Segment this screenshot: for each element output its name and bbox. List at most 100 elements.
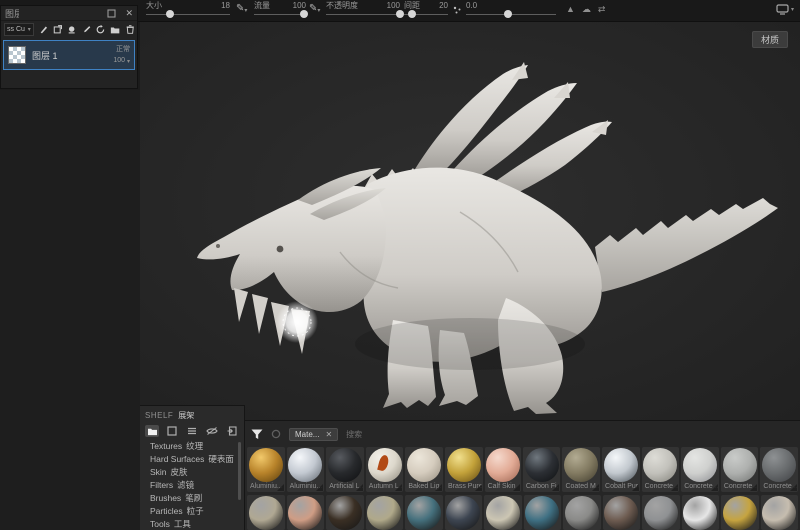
material-item[interactable] [484,495,522,530]
shelf-category-textures[interactable]: Textures 纹理 [150,440,244,453]
material-sphere [248,496,283,530]
brush-size-value[interactable]: 18 [221,1,230,10]
brush-profile-icon[interactable]: ▲ [566,4,575,15]
material-item[interactable] [286,495,324,530]
shelf-folders-icon[interactable] [145,425,159,437]
search-icon[interactable] [271,429,281,439]
add-folder-icon[interactable] [110,25,120,35]
add-paint-layer-icon[interactable] [39,24,48,35]
material-item[interactable]: Artificial L... [326,447,364,492]
pen-pressure-icon[interactable]: ✎▾ [236,3,247,17]
shelf-category-skin[interactable]: Skin 皮肤 [150,466,244,479]
material-item[interactable]: Autumn L... [365,447,404,492]
material-item[interactable] [681,495,719,530]
material-item[interactable] [365,495,403,530]
pen-pressure-icon[interactable]: ✎▾ [309,3,320,17]
resource-type-badge [552,484,560,491]
scatter-dots-icon[interactable] [452,5,462,15]
symmetry-icon[interactable]: ⇄ [598,4,606,15]
layer-name[interactable]: 图层 1 [32,49,58,62]
material-item[interactable]: Baked Lig... [405,447,443,492]
brush-scatter-slider[interactable]: 0.0 [466,1,556,21]
left-dock-empty [0,90,140,530]
resource-type-badge [671,484,679,491]
material-item[interactable]: Cobalt Pure [602,447,640,492]
filter-funnel-icon[interactable] [251,429,263,440]
material-item[interactable] [326,495,364,530]
brush-flow-slider[interactable]: 流量 100 [254,1,308,21]
material-item[interactable]: Concrete ... [720,447,759,492]
viewport-3d-canvas[interactable]: 材质 [140,22,800,420]
brush-size-slider[interactable]: 大小 18 [146,1,230,21]
brush-opacity-value[interactable]: 100 [387,1,400,10]
cloud-falloff-icon[interactable]: ☁ [582,4,591,15]
material-item[interactable] [563,495,601,530]
float-panel-icon[interactable] [107,8,117,18]
shelf-category-particles[interactable]: Particles 粒子 [150,505,244,518]
search-placeholder[interactable]: 搜索 [346,429,362,440]
add-smart-material-icon[interactable] [67,24,76,35]
brush-spacing-slider[interactable]: 间距 20 [404,1,448,21]
material-item[interactable]: Aluminiu... [247,447,285,492]
chevron-down-icon: ▾ [27,27,31,33]
material-item[interactable]: Concrete ... [681,447,719,492]
material-item[interactable] [721,495,759,530]
add-fill-layer-icon[interactable] [53,24,63,35]
layers-panel-title: 图层 [5,8,19,19]
layer-opacity[interactable]: 100 [113,57,125,64]
material-item[interactable]: Concrete ... [760,447,798,492]
delete-layer-icon[interactable] [126,24,134,35]
layer-row[interactable]: 图层 1 正常 100 ▾ [3,40,135,70]
material-item[interactable] [247,495,285,530]
material-item[interactable]: Carbon Fi... [522,447,561,492]
material-item[interactable] [523,495,561,530]
brush-flow-value[interactable]: 100 [293,1,306,10]
shelf-category-brushes[interactable]: Brushes 笔刷 [150,492,244,505]
resource-type-badge [474,484,482,491]
resource-type-badge [512,484,520,491]
layer-blend-mode[interactable]: 正常 [116,46,130,53]
material-item[interactable]: Aluminiu... [286,447,325,492]
resource-type-badge [790,484,797,491]
resource-type-badge [631,484,639,491]
app-window: 大小 18 ✎▾ 流量 100 ✎▾ 不透明度 100 间距 20 0.0 ▲ … [0,0,800,530]
view-mode-chip[interactable]: 材质 [751,31,788,48]
material-item[interactable]: Coated M... [562,447,601,492]
leaf-decal [376,454,390,472]
shelf-category-tools[interactable]: Tools 工具 [150,518,244,530]
brush-opacity-slider[interactable]: 不透明度 100 [326,1,404,21]
layer-mode-dropdown[interactable]: ss Cu ▾ [4,23,34,36]
material-item[interactable]: Brass Pure [444,447,483,492]
filter-chip-materials[interactable]: Mate... ✕ [289,427,339,441]
material-item[interactable] [602,495,640,530]
shelf-scrollbar[interactable] [238,442,241,500]
eyedropper-icon[interactable] [82,24,91,35]
shelf-panel: SHELF 展架 Textures 纹理 Hard Surfaces 硬表面 Skin 皮… [140,405,245,530]
material-item[interactable] [760,495,798,530]
resource-type-badge [276,484,284,491]
brush-scatter-value[interactable]: 0.0 [466,1,477,10]
shelf-hide-icon[interactable] [205,425,219,437]
close-icon[interactable]: ✕ [125,8,133,19]
material-item[interactable]: Concrete ... [641,447,680,492]
material-sphere [406,496,441,530]
material-sphere [564,496,599,530]
material-sphere [446,448,481,482]
shelf-expand-icon[interactable] [165,425,179,437]
material-item[interactable] [444,495,482,530]
shelf-category-filters[interactable]: Filters 滤镜 [150,479,244,492]
chevron-down-icon: ▾ [126,59,130,65]
brush-spacing-value[interactable]: 20 [439,1,448,10]
layer-thumbnail[interactable] [8,46,26,64]
shelf-import-icon[interactable] [225,425,239,437]
material-item[interactable] [405,495,443,530]
material-item[interactable] [642,495,680,530]
close-icon[interactable]: ✕ [325,430,332,439]
shelf-list-view-icon[interactable] [185,425,199,437]
material-item[interactable]: Calf Skin [484,447,521,492]
shelf-category-hard-surfaces[interactable]: Hard Surfaces 硬表面 [150,453,244,466]
add-effect-icon[interactable] [96,24,105,35]
display-mode-button[interactable]: ▾ [776,4,794,15]
material-sphere [485,496,520,530]
shelf-title-en: SHELF [145,411,174,420]
